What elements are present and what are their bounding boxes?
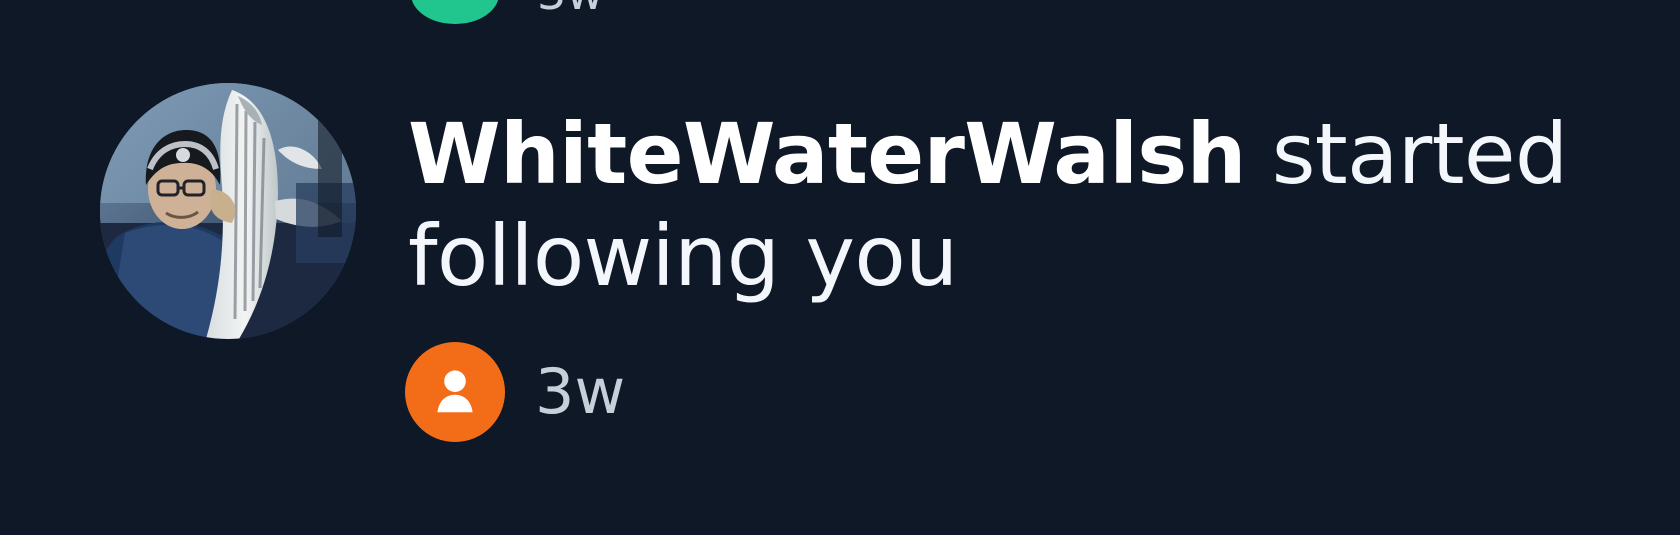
- notification-meta: 3w: [405, 342, 625, 442]
- notification-message: WhiteWaterWalsh started following you: [408, 103, 1588, 307]
- user-icon: [405, 342, 505, 442]
- follow-notification[interactable]: WhiteWaterWalsh started following you 3w: [0, 0, 1680, 535]
- notification-time: 3w: [535, 355, 626, 428]
- username-link[interactable]: WhiteWaterWalsh: [408, 105, 1246, 203]
- user-avatar-icon[interactable]: [100, 83, 356, 339]
